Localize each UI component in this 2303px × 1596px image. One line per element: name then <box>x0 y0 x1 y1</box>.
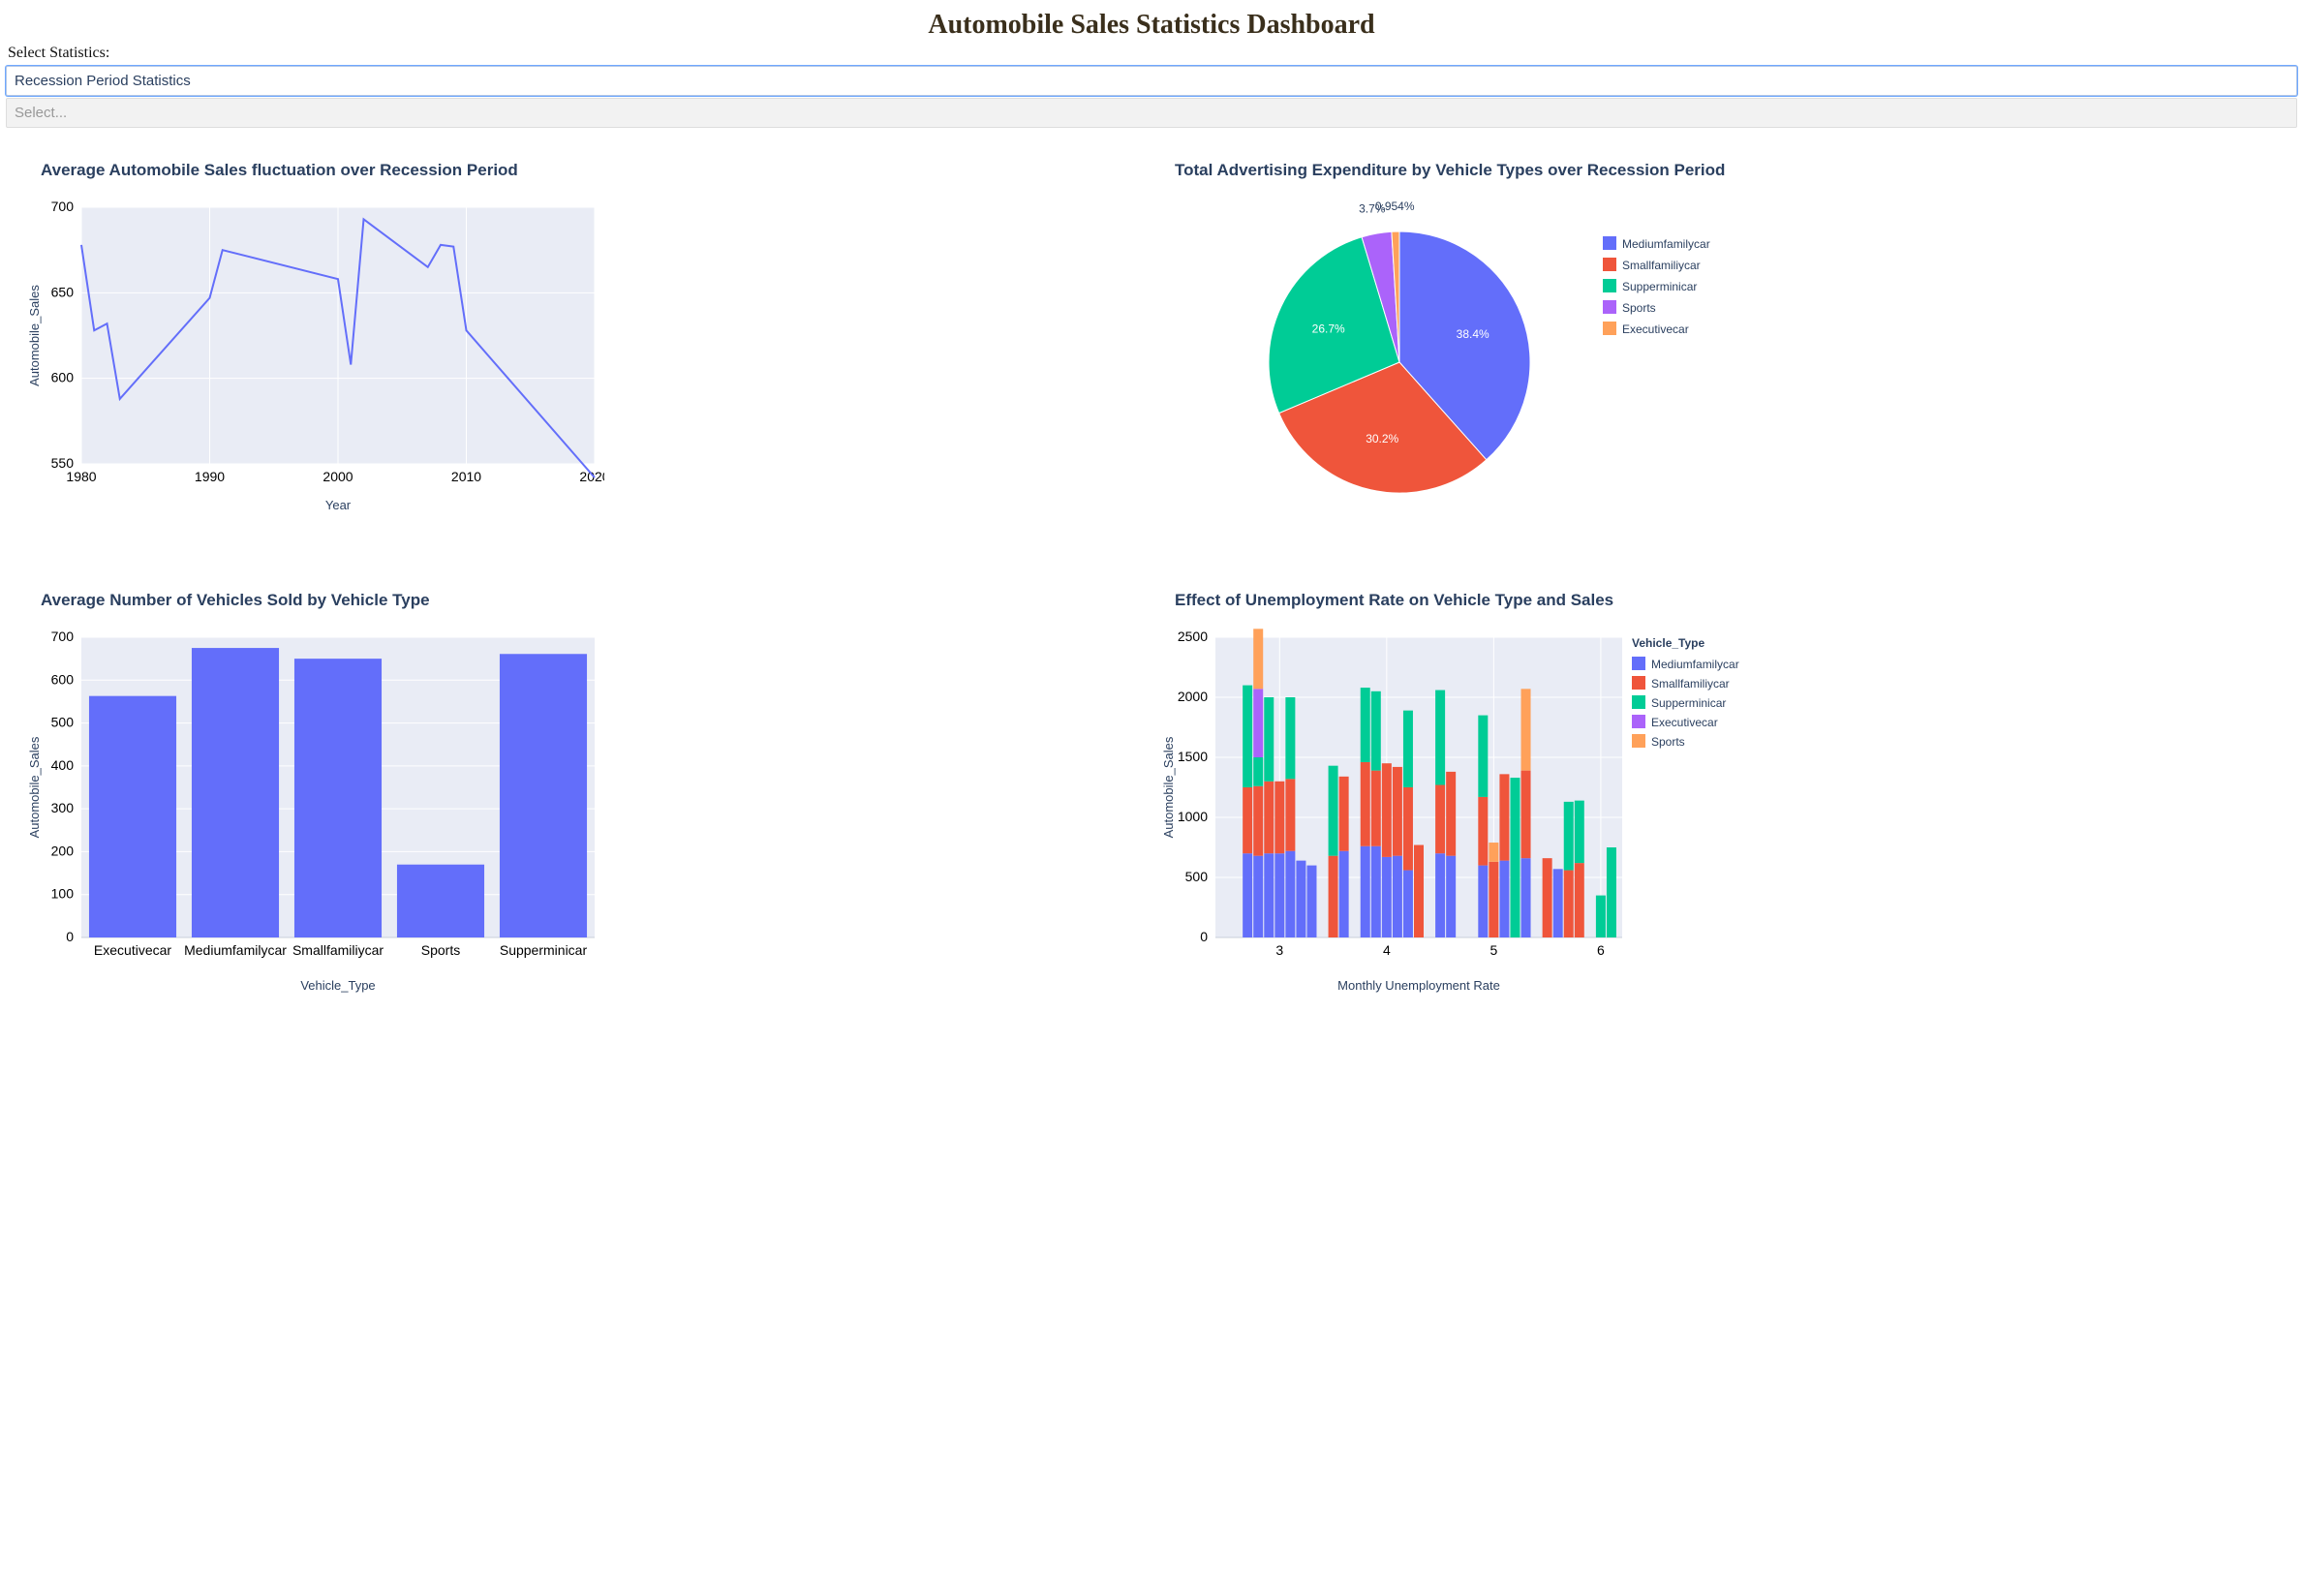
svg-text:Automobile_Sales: Automobile_Sales <box>27 285 42 386</box>
svg-text:650: 650 <box>51 284 75 299</box>
svg-text:Supperminicar: Supperminicar <box>1651 696 1726 710</box>
year-select[interactable]: Select... <box>6 98 2297 128</box>
svg-text:550: 550 <box>51 455 75 471</box>
chart-panel-unemp-bar: Effect of Unemployment Rate on Vehicle T… <box>1157 577 2280 1034</box>
chart-stacked-bar[interactable]: 0 500 1000 1500 2000 2500 3 4 5 6 Monthly Unemploy… <box>1157 628 1777 1034</box>
svg-text:Smallfamiliycar: Smallfamiliycar <box>1622 259 1701 272</box>
svg-text:200: 200 <box>51 843 75 858</box>
svg-text:Executivecar: Executivecar <box>94 942 171 958</box>
chart-title: Average Number of Vehicles Sold by Vehic… <box>41 591 1146 610</box>
statistics-select[interactable]: Recession Period Statistics <box>6 66 2297 96</box>
chart-panel-vehicle-bar: Average Number of Vehicles Sold by Vehic… <box>23 577 1146 1034</box>
svg-text:26.7%: 26.7% <box>1312 322 1345 336</box>
svg-text:100: 100 <box>51 886 75 902</box>
svg-text:Automobile_Sales: Automobile_Sales <box>27 736 42 838</box>
svg-text:1990: 1990 <box>195 469 225 484</box>
svg-text:700: 700 <box>51 629 75 644</box>
svg-text:Monthly Unemployment Rate: Monthly Unemployment Rate <box>1337 978 1500 993</box>
svg-text:1980: 1980 <box>66 469 96 484</box>
svg-text:700: 700 <box>51 199 75 214</box>
chart-bar[interactable]: 0 100 200 300 400 500 600 700 Executivecar Medium… <box>23 628 604 1034</box>
svg-text:Sports: Sports <box>1651 735 1685 749</box>
svg-text:Mediumfamilycar: Mediumfamilycar <box>1651 658 1739 671</box>
svg-text:500: 500 <box>51 715 75 730</box>
page-title: Automobile Sales Statistics Dashboard <box>0 10 2303 41</box>
svg-text:Sports: Sports <box>1622 301 1656 315</box>
svg-text:0.954%: 0.954% <box>1375 200 1415 213</box>
svg-text:6: 6 <box>1597 942 1605 958</box>
chart-pie[interactable]: 38.4%30.2%26.7%3.7%0.954%Mediumfamilycar… <box>1157 198 1777 566</box>
svg-text:400: 400 <box>51 757 75 773</box>
svg-text:Executivecar: Executivecar <box>1651 716 1718 729</box>
chart-line[interactable]: 1980 1990 2000 2010 2020 550 600 650 700 Year Auto… <box>23 198 604 566</box>
svg-text:Vehicle_Type: Vehicle_Type <box>1632 636 1704 650</box>
svg-text:Smallfamiliycar: Smallfamiliycar <box>1651 677 1730 691</box>
statistics-label: Select Statistics: <box>8 45 2295 62</box>
svg-text:300: 300 <box>51 800 75 815</box>
chart-title: Total Advertising Expenditure by Vehicle… <box>1175 161 2280 180</box>
svg-text:Automobile_Sales: Automobile_Sales <box>1161 736 1176 838</box>
svg-text:Sports: Sports <box>421 942 460 958</box>
svg-text:Supperminicar: Supperminicar <box>500 942 588 958</box>
svg-text:Year: Year <box>325 498 352 512</box>
svg-text:1500: 1500 <box>1178 749 1208 764</box>
svg-text:2000: 2000 <box>322 469 353 484</box>
svg-text:2010: 2010 <box>451 469 481 484</box>
svg-text:0: 0 <box>1200 929 1208 944</box>
svg-text:600: 600 <box>51 370 75 385</box>
svg-text:0: 0 <box>66 929 74 944</box>
svg-text:2000: 2000 <box>1178 689 1208 704</box>
svg-text:5: 5 <box>1489 942 1497 958</box>
chart-title: Effect of Unemployment Rate on Vehicle T… <box>1175 591 2280 610</box>
svg-text:500: 500 <box>1185 869 1209 884</box>
svg-text:2500: 2500 <box>1178 629 1208 644</box>
svg-text:Executivecar: Executivecar <box>1622 322 1689 336</box>
svg-text:Mediumfamilycar: Mediumfamilycar <box>184 942 287 958</box>
svg-text:Smallfamiliycar: Smallfamiliycar <box>292 942 384 958</box>
svg-text:Vehicle_Type: Vehicle_Type <box>300 978 375 993</box>
controls: Select Statistics: Recession Period Stat… <box>0 45 2303 134</box>
svg-text:4: 4 <box>1383 942 1391 958</box>
chart-panel-sales-line: Average Automobile Sales fluctuation ove… <box>23 147 1146 566</box>
svg-text:1000: 1000 <box>1178 809 1208 824</box>
chart-title: Average Automobile Sales fluctuation ove… <box>41 161 1146 180</box>
svg-text:Supperminicar: Supperminicar <box>1622 280 1697 293</box>
svg-text:38.4%: 38.4% <box>1457 327 1489 341</box>
svg-text:3: 3 <box>1275 942 1283 958</box>
svg-text:600: 600 <box>51 671 75 687</box>
svg-text:Mediumfamilycar: Mediumfamilycar <box>1622 237 1710 251</box>
chart-panel-ad-pie: Total Advertising Expenditure by Vehicle… <box>1157 147 2280 566</box>
svg-text:30.2%: 30.2% <box>1366 432 1398 445</box>
svg-text:2020: 2020 <box>579 469 604 484</box>
